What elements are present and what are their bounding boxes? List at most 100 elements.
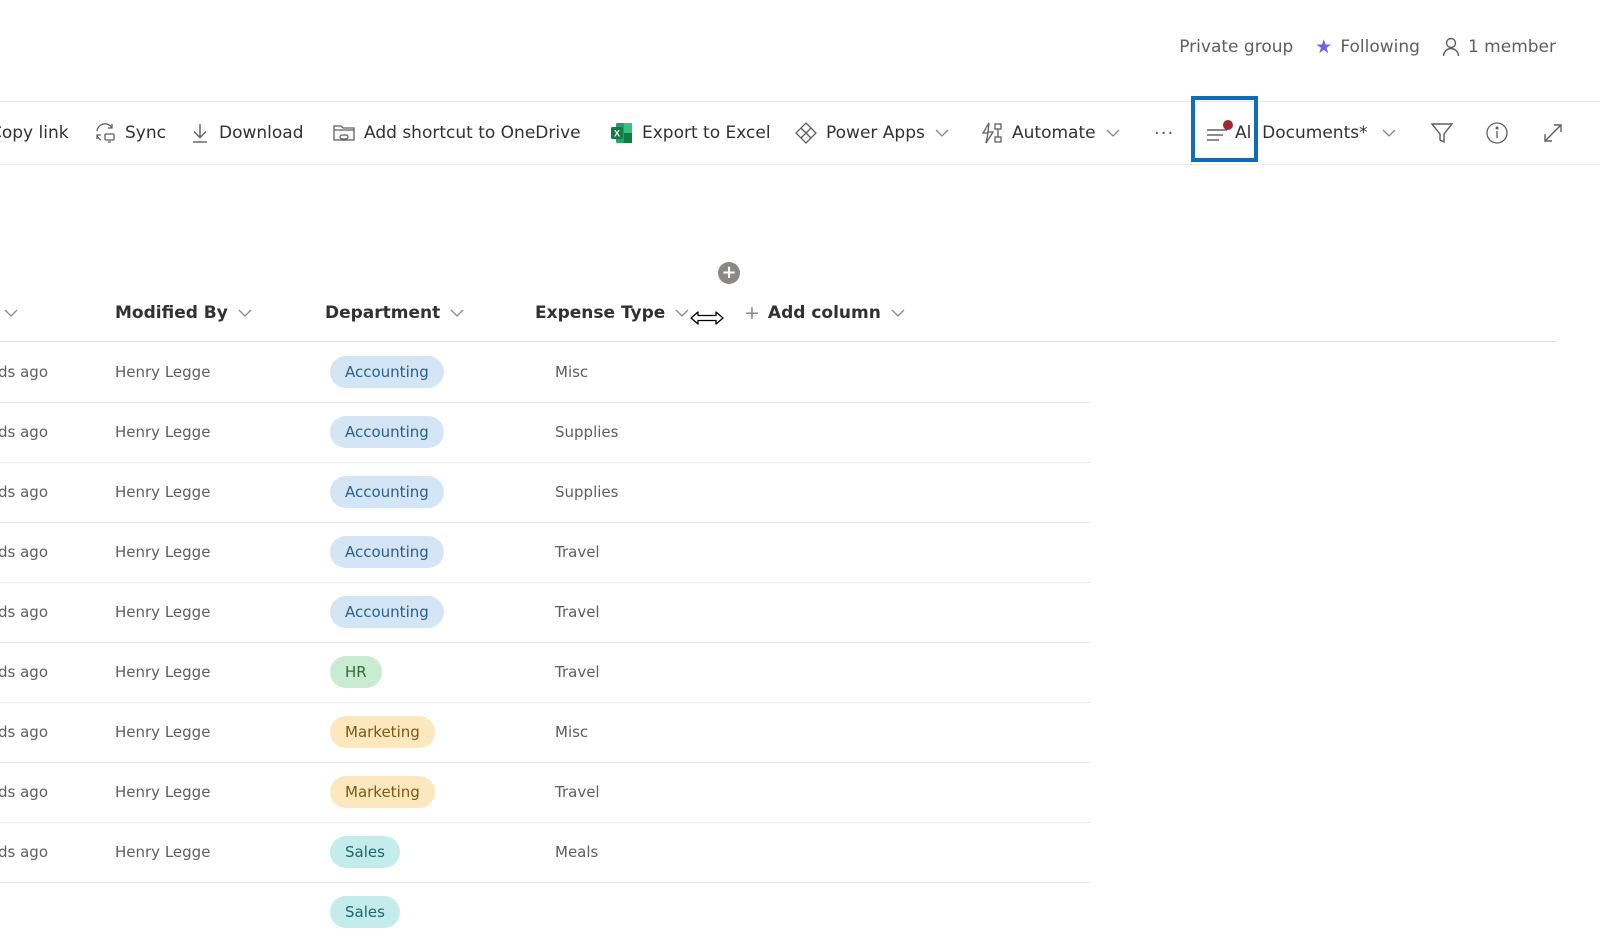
department-pill: Accounting	[330, 476, 444, 508]
department-pill: Accounting	[330, 356, 444, 388]
department-pill: Sales	[330, 836, 400, 868]
sync-label: Sync	[125, 123, 166, 143]
department-cell: Marketing	[330, 762, 435, 822]
department-cell: Sales	[330, 882, 400, 942]
table-row[interactable]: Sales	[0, 882, 1090, 942]
expense-type-cell: Supplies	[555, 423, 619, 441]
department-cell: Accounting	[330, 522, 444, 582]
modified-cell: ds ago	[0, 663, 48, 681]
command-bar: Copy link Sync Download Add shortcut to …	[0, 101, 1600, 165]
column-header-modified[interactable]	[0, 296, 20, 330]
copy-link-button[interactable]: Copy link	[0, 102, 69, 164]
view-name-suffix: Documents*	[1262, 123, 1368, 143]
chevron-down-icon	[450, 309, 464, 317]
add-shortcut-button[interactable]: Add shortcut to OneDrive	[332, 102, 581, 164]
table-row[interactable]: ds ago Henry Legge Accounting Supplies	[0, 402, 1090, 463]
department-pill: Accounting	[330, 596, 444, 628]
group-info: Private group ★ Following 1 member	[1179, 36, 1556, 58]
info-button[interactable]	[1485, 102, 1509, 164]
filter-button[interactable]	[1430, 102, 1454, 164]
modified-by-cell[interactable]: Henry Legge	[115, 402, 210, 462]
modified-cell: ds ago	[0, 363, 48, 381]
add-column-label: Add column	[767, 303, 881, 323]
modified-cell: ds ago	[0, 783, 48, 801]
modified-by-cell[interactable]: Henry Legge	[115, 822, 210, 882]
modified-by-cell[interactable]: Henry Legge	[115, 522, 210, 582]
column-header-expense-type-label: Expense Type	[535, 303, 666, 323]
plus-icon: +	[721, 262, 737, 283]
modified-by-cell[interactable]: Henry Legge	[115, 342, 210, 402]
table-row[interactable]: ds ago Henry Legge Accounting Misc	[0, 342, 1090, 403]
plus-icon: +	[744, 302, 760, 324]
chevron-down-icon	[1382, 129, 1396, 137]
table-row[interactable]: ds ago Henry Legge Sales Meals	[0, 822, 1090, 883]
expense-type-cell: Supplies	[555, 483, 619, 501]
modified-cell: ds ago	[0, 543, 48, 561]
table-row[interactable]: ds ago Henry Legge HR Travel	[0, 642, 1090, 703]
star-icon: ★	[1315, 36, 1333, 58]
chevron-down-icon	[891, 309, 905, 317]
column-header-modified-by-label: Modified By	[115, 303, 228, 323]
modified-by-cell[interactable]: Henry Legge	[115, 762, 210, 822]
table-row[interactable]: ds ago Henry Legge Accounting Supplies	[0, 462, 1090, 523]
expense-type-cell: Misc	[555, 363, 589, 381]
following-button[interactable]: ★ Following	[1315, 36, 1420, 58]
export-excel-button[interactable]: X Export to Excel	[610, 102, 771, 164]
modified-by-cell[interactable]: Henry Legge	[115, 642, 210, 702]
expense-type-cell: Travel	[555, 663, 600, 681]
automate-button[interactable]: Automate	[980, 102, 1122, 164]
department-pill: Marketing	[330, 716, 435, 748]
column-header-department-label: Department	[325, 303, 441, 323]
add-column-button[interactable]: + Add column	[744, 296, 907, 330]
department-pill: HR	[330, 656, 382, 688]
modified-cell: ds ago	[0, 723, 48, 741]
expense-type-cell: Travel	[555, 783, 600, 801]
members-button[interactable]: 1 member	[1442, 37, 1556, 57]
following-label: Following	[1340, 37, 1420, 57]
view-switcher-highlight	[1191, 96, 1258, 162]
sync-button[interactable]: Sync	[93, 102, 166, 164]
expense-type-cell: Misc	[555, 723, 589, 741]
department-cell: HR	[330, 642, 382, 702]
expand-icon	[1544, 124, 1562, 142]
expense-type-cell: Meals	[555, 843, 599, 861]
add-shortcut-label: Add shortcut to OneDrive	[364, 123, 581, 143]
table-row[interactable]: ds ago Henry Legge Marketing Travel	[0, 762, 1090, 823]
expense-type-cell: Travel	[555, 603, 600, 621]
department-cell: Accounting	[330, 402, 444, 462]
export-excel-label: Export to Excel	[642, 123, 771, 143]
table-row[interactable]: ds ago Henry Legge Accounting Travel	[0, 522, 1090, 583]
expense-type-cell: Travel	[555, 543, 600, 561]
chevron-down-icon	[935, 129, 949, 137]
download-button[interactable]: Download	[189, 102, 304, 164]
svg-text:X: X	[614, 129, 620, 139]
power-apps-button[interactable]: Power Apps	[794, 102, 951, 164]
fullscreen-button[interactable]	[1541, 102, 1565, 164]
modified-cell: ds ago	[0, 603, 48, 621]
sync-icon	[96, 123, 115, 143]
insert-column-button[interactable]: +	[718, 262, 740, 284]
department-pill: Accounting	[330, 416, 444, 448]
more-actions-button[interactable]: ···	[1154, 102, 1174, 164]
modified-by-cell[interactable]: Henry Legge	[115, 582, 210, 642]
column-header-modified-by[interactable]: Modified By	[115, 296, 254, 330]
table-row[interactable]: ds ago Henry Legge Accounting Travel	[0, 582, 1090, 643]
resize-cursor-icon	[690, 311, 724, 325]
modified-by-cell[interactable]: Henry Legge	[115, 462, 210, 522]
department-pill: Marketing	[330, 776, 435, 808]
person-icon	[1442, 37, 1460, 57]
department-cell: Accounting	[330, 342, 444, 402]
power-apps-label: Power Apps	[826, 123, 925, 143]
column-header-department[interactable]: Department	[325, 296, 466, 330]
excel-icon: X	[611, 123, 632, 143]
info-icon	[1486, 122, 1508, 144]
department-pill: Accounting	[330, 536, 444, 568]
modified-cell: ds ago	[0, 423, 48, 441]
modified-by-cell[interactable]: Henry Legge	[115, 702, 210, 762]
download-icon	[193, 124, 207, 143]
chevron-down-icon	[1106, 129, 1120, 137]
column-header-expense-type[interactable]: Expense Type	[535, 296, 691, 330]
department-cell: Accounting	[330, 582, 444, 642]
table-row[interactable]: ds ago Henry Legge Marketing Misc	[0, 702, 1090, 763]
modified-cell: ds ago	[0, 483, 48, 501]
